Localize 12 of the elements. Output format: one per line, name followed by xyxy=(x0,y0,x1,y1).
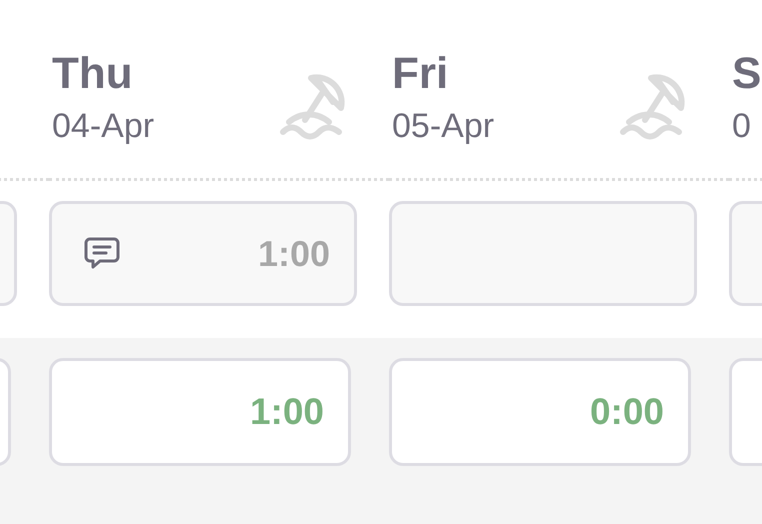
day-date: 05-Apr xyxy=(392,106,494,146)
time-entry-field[interactable] xyxy=(389,201,697,306)
hours-value: 1:00 xyxy=(258,232,330,274)
day-date: 04-Apr xyxy=(52,106,154,146)
total-hours: 0:00 xyxy=(590,391,664,433)
total-hours: 1:00 xyxy=(250,391,324,433)
day-name: S xyxy=(732,48,762,100)
day-name: Fri xyxy=(392,48,450,100)
comment-icon[interactable] xyxy=(84,236,120,270)
time-entry-field[interactable]: 1:00 xyxy=(49,201,357,306)
day-name: Thu xyxy=(52,48,134,100)
day-date: 0 xyxy=(732,106,752,146)
